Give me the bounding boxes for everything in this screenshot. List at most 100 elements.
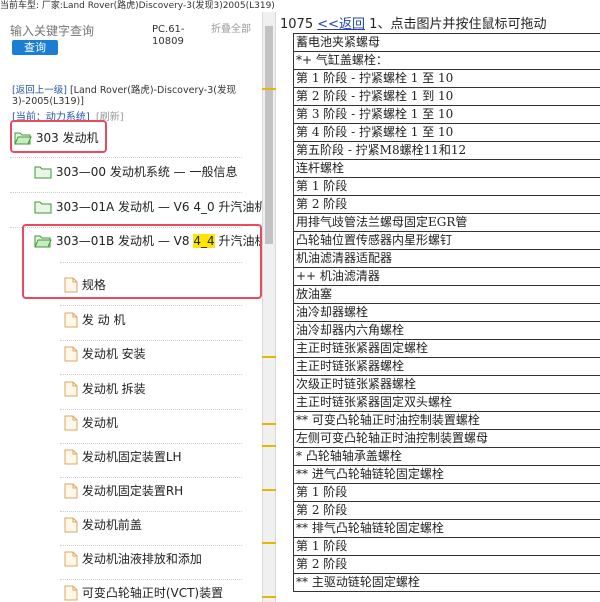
table-row: 第 2 阶段 — [293, 195, 600, 214]
table-cell: * 凸轮轴轴承盖螺栓 — [293, 447, 600, 466]
tree-leaf-item[interactable]: 发 动 机 — [64, 311, 125, 328]
tree-leaf-item[interactable]: 发动机固定装置LH — [64, 448, 182, 465]
tree-leaf-item[interactable]: 发动机 安装 — [64, 345, 146, 362]
table-row: 主正时链张紧器固定螺栓 — [293, 339, 600, 358]
tree-label: 发动机 — [81, 416, 118, 430]
table-cell: 第 2 阶段 — [293, 555, 600, 574]
tree-label: 规格 — [81, 278, 106, 292]
back-link[interactable]: <<返回 — [317, 17, 365, 32]
table-row: 第 2 阶段 — [293, 555, 600, 574]
tree-label: 发动机油液排放和添加 — [81, 552, 202, 566]
table-row: 油冷却器内六角螺栓 — [293, 321, 600, 340]
document-icon — [64, 346, 78, 361]
tree-leaf-item[interactable]: 发动机固定装置RH — [64, 482, 183, 499]
folder-icon — [34, 166, 52, 178]
tree-label: 可变凸轮轴正时(VCT)装置 — [81, 586, 224, 600]
vehicle-info-bar: 当前车型: 厂家:Land Rover(路虎)Discovery-3(发现3)2… — [0, 1, 275, 11]
table-row: 主正时链张紧器固定双头螺栓 — [293, 393, 600, 412]
table-cell: 凸轮轴位置传感器内星形螺钉 — [293, 231, 600, 250]
table-cell: 蓄电池夹紧螺母 — [293, 33, 600, 52]
search-hit-marker — [262, 88, 276, 90]
scrollbar-thumb[interactable] — [265, 26, 273, 244]
table-row: *+ 气缸盖螺栓： — [293, 51, 600, 70]
search-hit-marker — [262, 596, 276, 598]
table-row: ** 进气凸轮轴链轮固定螺栓 — [293, 465, 600, 484]
collapse-all-button[interactable]: 折叠全部 — [211, 24, 251, 36]
instruction-text: 1、点击图片并按住鼠标可拖动 — [369, 17, 547, 32]
table-cell: 连杆螺栓 — [293, 159, 600, 178]
tree-node-303-00[interactable]: 303—00 发动机系统 — 一般信息 — [34, 163, 237, 180]
table-row: 放油塞 — [293, 285, 600, 304]
table-cell: 机油滤清器适配器 — [293, 249, 600, 268]
table-cell: 油冷却器螺栓 — [293, 303, 600, 322]
tree-leaf-item[interactable]: 发动机 — [64, 414, 118, 431]
divider — [60, 262, 242, 263]
tree-label: 303—00 发动机系统 — 一般信息 — [55, 165, 238, 179]
table-cell: 主正时链张紧器固定螺栓 — [293, 339, 600, 358]
table-row: 第五阶段 - 拧紧M8螺栓11和12 — [293, 141, 600, 160]
table-row: 第 2 阶段 - 拧紧螺栓 1 到 10 — [293, 87, 600, 106]
tree-node-303-01a[interactable]: 303—01A 发动机 — V6 4_0 升汽油机 — [34, 198, 262, 215]
table-row: 第 4 阶段 - 拧紧螺栓 1 至 10 — [293, 123, 600, 142]
table-row: * 凸轮轴轴承盖螺栓 — [293, 447, 600, 466]
back-up-link[interactable]: [返回上一级] — [12, 85, 67, 96]
search-input[interactable] — [10, 24, 150, 38]
table-cell: 第五阶段 - 拧紧M8螺栓11和12 — [293, 141, 600, 160]
table-row: 凸轮轴位置传感器内星形螺钉 — [293, 231, 600, 250]
table-cell: 用排气歧管法兰螺母固定EGR管 — [293, 213, 600, 232]
scrollbar[interactable] — [262, 12, 276, 602]
table-row: ++ 机油滤清器 — [293, 267, 600, 286]
table-cell: ++ 机油滤清器 — [293, 267, 600, 286]
divider — [60, 340, 242, 341]
divider — [60, 477, 242, 478]
tree-leaf-item[interactable]: 规格 — [64, 276, 106, 293]
tree-leaf-item[interactable]: 发动机前盖 — [64, 516, 142, 533]
divider — [60, 374, 242, 375]
table-row: 连杆螺栓 — [293, 159, 600, 178]
table-cell: 第 1 阶段 — [293, 483, 600, 502]
content-header: 1075 <<返回 1、点击图片并按住鼠标可拖动 — [280, 13, 546, 32]
table-row: 第 2 阶段 — [293, 501, 600, 520]
table-cell: 油冷却器内六角螺栓 — [293, 321, 600, 340]
table-cell: 次级正时链张紧器螺栓 — [293, 375, 600, 394]
tree-leaf-item[interactable]: 发动机油液排放和添加 — [64, 550, 202, 567]
page-number: 1075 — [280, 17, 314, 32]
tree-label: 发动机前盖 — [81, 518, 142, 532]
table-cell: ** 排气凸轮轴链轮固定螺栓 — [293, 519, 600, 538]
table-row: 机油滤清器适配器 — [293, 249, 600, 268]
table-row: 油冷却器螺栓 — [293, 303, 600, 322]
tree-leaf-item[interactable]: 可变凸轮轴正时(VCT)装置 — [64, 584, 223, 601]
table-cell: 第 3 阶段 - 拧紧螺栓 1 至 10 — [293, 105, 600, 124]
search-hit-marker — [262, 423, 276, 425]
document-icon — [64, 483, 78, 498]
table-row: 主正时链张紧器螺栓 — [293, 357, 600, 376]
left-panel: 查询 PC.61-10809 折叠全部 [返回上一级] [Land Rover(… — [0, 12, 262, 602]
table-cell: 主正时链张紧器螺栓 — [293, 357, 600, 376]
table-cell: 主正时链张紧器固定双头螺栓 — [293, 393, 600, 412]
tree-leaf-item[interactable]: 发动机 拆装 — [64, 380, 146, 397]
divider — [60, 409, 242, 410]
torque-table: 蓄电池夹紧螺母 *+ 气缸盖螺栓：第 1 阶段 - 拧紧螺栓 1 至 10 第 2 … — [293, 33, 600, 592]
document-icon — [64, 381, 78, 396]
divider — [60, 579, 242, 580]
table-row: ** 可变凸轮轴正时油控制装置螺栓 — [293, 411, 600, 430]
search-button[interactable]: 查询 — [12, 40, 58, 55]
tree-label: 发 动 机 — [81, 313, 126, 327]
search-hit-marker — [262, 356, 276, 358]
document-icon — [64, 312, 78, 327]
table-cell: 第 2 阶段 - 拧紧螺栓 1 到 10 — [293, 87, 600, 106]
document-icon — [64, 517, 78, 532]
folder-icon — [34, 201, 52, 213]
document-icon — [64, 415, 78, 430]
tree-label: 发动机 拆装 — [81, 382, 146, 396]
table-cell: ** 主驱动链轮固定螺栓 — [293, 573, 600, 592]
content-panel: 1075 <<返回 1、点击图片并按住鼠标可拖动 蓄电池夹紧螺母 *+ 气缸盖螺栓… — [276, 12, 600, 602]
document-icon — [64, 277, 78, 292]
table-row: 第 1 阶段 — [293, 177, 600, 196]
table-row: 蓄电池夹紧螺母 — [293, 33, 600, 52]
divider — [10, 157, 242, 158]
table-cell: ** 可变凸轮轴正时油控制装置螺栓 — [293, 411, 600, 430]
table-cell: 第 1 阶段 - 拧紧螺栓 1 至 10 — [293, 69, 600, 88]
divider — [60, 545, 242, 546]
divider — [10, 192, 242, 193]
